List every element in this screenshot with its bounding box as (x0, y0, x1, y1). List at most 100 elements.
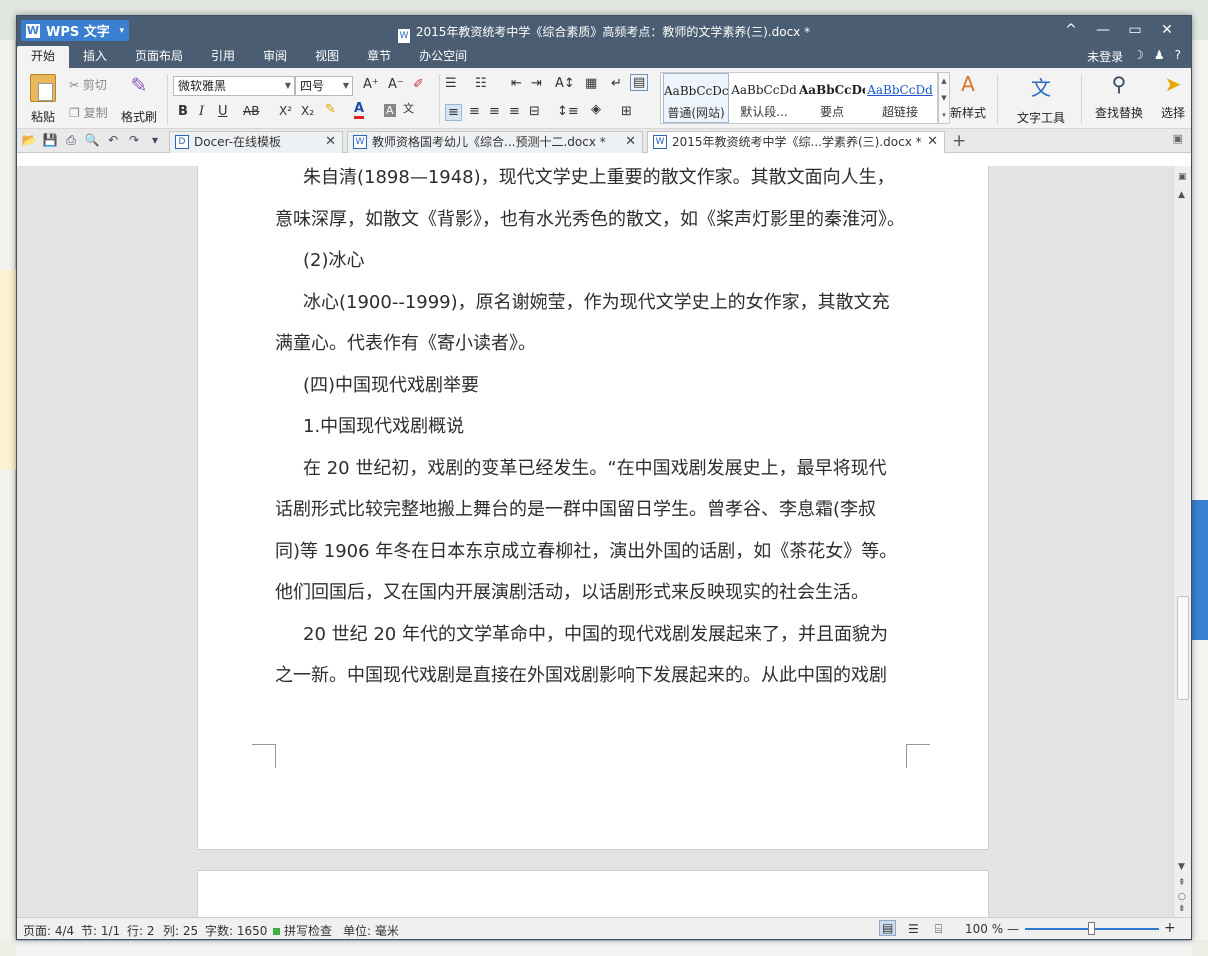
divider (1081, 74, 1082, 124)
grow-font-icon[interactable]: A⁺ (363, 77, 379, 92)
spell-check-toggle[interactable]: 拼写检查 (273, 922, 332, 939)
save-icon[interactable]: 💾 (42, 133, 58, 148)
zoom-slider-thumb[interactable] (1088, 922, 1095, 935)
superscript-button[interactable]: X² (279, 104, 292, 118)
text-tools-button[interactable]: 文 文字工具 (1011, 72, 1071, 126)
zoom-level[interactable]: 100 % (965, 922, 1003, 936)
font-color-icon[interactable]: A (354, 102, 365, 119)
clear-format-icon[interactable]: ✐ (413, 77, 424, 92)
minimize-button[interactable]: — (1087, 20, 1119, 40)
page-nav-icon[interactable]: ▣ (1178, 172, 1187, 182)
borders-icon[interactable]: ⊞ (621, 104, 632, 119)
justify-icon[interactable]: ≡ (509, 104, 520, 119)
format-painter-button[interactable]: ✎ 格式刷 (117, 72, 161, 125)
close-tab-icon[interactable]: ✕ (625, 132, 636, 152)
scroll-up-icon[interactable]: ▲ (1178, 190, 1185, 200)
undo-icon[interactable]: ↶ (105, 133, 121, 148)
tab-view[interactable]: 视图 (301, 46, 353, 68)
align-center-icon[interactable]: ≡ (469, 104, 480, 119)
decrease-indent-icon[interactable]: ⇤ (511, 76, 522, 91)
collapse-ribbon-button[interactable]: ^ (1055, 20, 1087, 40)
close-button[interactable]: ✕ (1151, 20, 1183, 40)
table-icon[interactable]: ▦ (585, 76, 597, 91)
scroll-down-icon[interactable]: ▼ (1178, 862, 1185, 872)
align-left-icon[interactable]: ≡ (445, 104, 462, 121)
tab-review[interactable]: 审阅 (249, 46, 301, 68)
line-spacing-icon[interactable]: ↕≡ (557, 104, 579, 119)
style-hyperlink[interactable]: AaBbCcDd 超链接 (867, 73, 933, 123)
doc-tab-kindergarten[interactable]: W 教师资格国考幼儿《综合...预测十二.docx * ✕ (347, 131, 643, 153)
tab-page-layout[interactable]: 页面布局 (121, 46, 197, 68)
close-tab-icon[interactable]: ✕ (927, 132, 938, 152)
document-page[interactable]: 朱自清(1898—1948)，现代文学史上重要的散文作家。其散文面向人生， 意味… (197, 166, 989, 850)
paragraph-settings-icon[interactable]: ▤ (630, 74, 649, 91)
close-tab-icon[interactable]: ✕ (325, 132, 336, 152)
text-tools-icon: 文 (1031, 76, 1051, 100)
column-indicator: 列: 25 (163, 924, 199, 938)
distribute-icon[interactable]: ⊟ (529, 104, 540, 119)
bullet-list-icon[interactable]: ☰ (445, 76, 457, 91)
next-page[interactable] (197, 870, 989, 918)
unit-indicator[interactable]: 单位: 毫米 (343, 922, 399, 939)
prev-page-icon[interactable]: ⇞ (1178, 878, 1186, 888)
zoom-out-icon[interactable]: — (1007, 922, 1019, 936)
vertical-scrollbar[interactable]: ▣ ▲ ▼ ⇞ ○ ⇟ (1173, 166, 1191, 918)
customize-toolbar-icon[interactable]: ▾ (147, 133, 163, 148)
print-preview-icon[interactable]: 🔍 (84, 133, 100, 148)
doc-tab-docer[interactable]: D Docer-在线模板 ✕ (169, 131, 343, 153)
bold-button[interactable]: B (178, 104, 188, 119)
help-button[interactable]: ? (1175, 48, 1181, 65)
select-browse-icon[interactable]: ○ (1178, 892, 1186, 902)
document-body[interactable]: 朱自清(1898—1948)，现代文学史上重要的散文作家。其散文面向人生， 意味… (275, 166, 915, 697)
open-folder-icon[interactable]: 📂 (21, 133, 37, 148)
cut-button[interactable]: ✂ 剪切 (69, 76, 107, 93)
new-tab-icon[interactable]: + (952, 131, 966, 151)
style-normal-web[interactable]: AaBbCcDc 普通(网站) (663, 73, 729, 123)
outline-view-icon[interactable]: ☰ (908, 922, 919, 936)
tab-insert[interactable]: 插入 (69, 46, 121, 68)
align-right-icon[interactable]: ≡ (489, 104, 500, 119)
scrollbar-thumb[interactable] (1177, 596, 1189, 700)
zoom-in-icon[interactable]: + (1164, 920, 1176, 936)
tab-list-icon[interactable]: ▣ (1173, 132, 1183, 145)
find-replace-button[interactable]: ⚲ 查找替换 (1089, 72, 1149, 121)
chevron-down-icon: ▼ (342, 81, 349, 90)
style-default-paragraph[interactable]: AaBbCcDd 默认段... (731, 73, 797, 123)
print-icon[interactable]: ⎙ (63, 133, 79, 148)
word-count[interactable]: 字数: 1650 (205, 922, 267, 939)
phonetic-guide-icon[interactable]: 文 (403, 100, 414, 116)
show-marks-icon[interactable]: ↵ (611, 76, 622, 91)
redo-icon[interactable]: ↷ (126, 133, 142, 148)
shrink-font-icon[interactable]: A⁻ (388, 77, 404, 92)
skin-icon[interactable]: ☽ (1133, 48, 1144, 65)
tab-office-space[interactable]: 办公空间 (405, 46, 481, 68)
page-view-icon[interactable]: ▤ (879, 920, 897, 936)
text-direction-icon[interactable]: A↕ (555, 76, 575, 91)
underline-button[interactable]: U (218, 104, 228, 119)
maximize-button[interactable]: ▭ (1119, 20, 1151, 40)
next-page-icon[interactable]: ⇟ (1178, 904, 1186, 914)
tab-home[interactable]: 开始 (17, 46, 70, 68)
login-link[interactable]: 未登录 (1087, 48, 1123, 65)
page-indicator[interactable]: 页面: 4/4 (23, 922, 74, 939)
new-style-button[interactable]: A 新样式 (943, 72, 993, 121)
increase-indent-icon[interactable]: ⇥ (531, 76, 542, 91)
char-shading-icon[interactable]: A (384, 104, 396, 117)
paste-button[interactable]: 粘贴 (23, 74, 63, 125)
shading-icon[interactable]: ◈ (591, 102, 601, 117)
font-name-select[interactable]: 微软雅黑 ▼ (173, 76, 295, 96)
strikethrough-button[interactable]: AB (243, 104, 259, 118)
tab-chapter[interactable]: 章节 (353, 46, 405, 68)
numbered-list-icon[interactable]: ☷ (475, 76, 487, 91)
web-view-icon[interactable]: ⌸ (935, 922, 942, 937)
font-size-select[interactable]: 四号 ▼ (295, 76, 353, 96)
style-key-point[interactable]: AaBbCcDc 要点 (799, 73, 865, 123)
italic-button[interactable]: I (199, 104, 204, 119)
tab-references[interactable]: 引用 (197, 46, 249, 68)
highlight-icon[interactable]: ✎ (325, 102, 336, 117)
subscript-button[interactable]: X₂ (301, 104, 314, 118)
shirt-icon[interactable]: ♟ (1154, 48, 1165, 65)
doc-tab-current[interactable]: W 2015年教资统考中学《综...学素养(三).docx * ✕ (647, 131, 945, 153)
copy-button[interactable]: ❐ 复制 (69, 104, 108, 121)
select-button[interactable]: ➤ 选择 (1155, 72, 1191, 121)
